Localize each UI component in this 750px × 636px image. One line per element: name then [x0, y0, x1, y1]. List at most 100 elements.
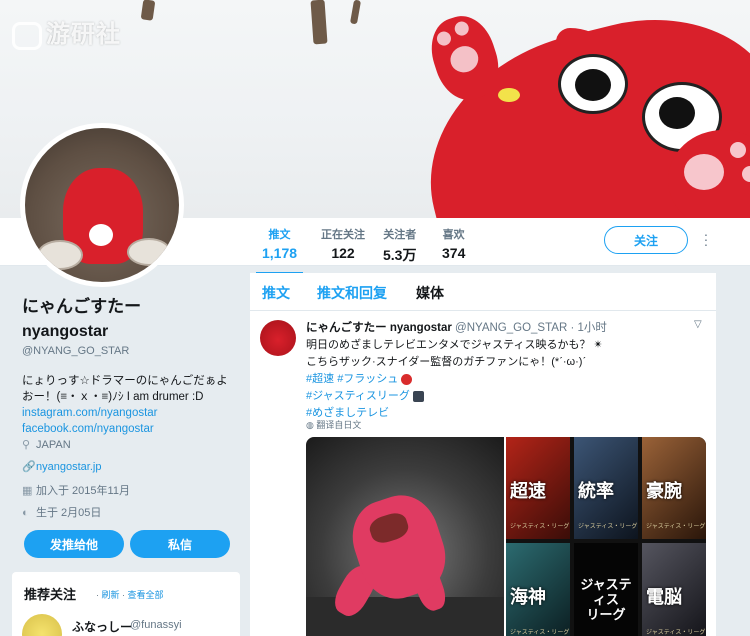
recommended-user-handle: @funassyi: [130, 619, 182, 631]
tweet-time[interactable]: · 1小时: [570, 322, 606, 334]
profile-handle: @NYANG_GO_STAR: [22, 345, 130, 357]
tweet-tags-2: #ジャスティスリーグ: [306, 388, 603, 405]
view-all-link[interactable]: 查看全部: [128, 590, 164, 600]
profile-location: ⚲ JAPAN: [22, 438, 71, 451]
flash-emoji-icon: [401, 373, 413, 385]
poster-title-text: ジャスティス リーグ: [580, 577, 632, 622]
tab-tweets-replies[interactable]: 推文和回复: [317, 283, 387, 303]
location-text: JAPAN: [36, 439, 71, 451]
stat-followers-label: 关注者: [383, 229, 417, 241]
who-to-follow-title: 推荐关注: [24, 587, 77, 602]
tweet-header: にゃんごすたー nyangostar @NYANG_GO_STAR · 1小时: [306, 319, 607, 335]
tweet-to-button[interactable]: 发推给他: [24, 530, 124, 558]
profile-name[interactable]: にゃんごすたー: [22, 292, 242, 317]
profile-avatar[interactable]: [20, 123, 184, 287]
stat-tweets[interactable]: 推文 1,178: [255, 226, 304, 275]
profile-username: nyangostar: [22, 323, 109, 340]
bio-link-facebook[interactable]: facebook.com/nyangostar: [22, 421, 242, 437]
stat-likes-value: 374: [442, 245, 466, 261]
follow-button[interactable]: 关注: [604, 226, 688, 254]
stat-followers[interactable]: 关注者 5.3万: [383, 226, 416, 265]
avatar-drum-right: [127, 238, 171, 266]
mascot-spot: [498, 88, 520, 102]
stat-tweets-label: 推文: [268, 229, 291, 241]
poster-kanji: 電脳: [646, 587, 682, 608]
bio-line-2: おー！(≡・ｘ・≡)ﾉｼ I am drumer :D: [22, 391, 204, 403]
stat-following-value: 122: [331, 245, 355, 261]
poster-caption: ジャスティス・リーグ: [578, 524, 638, 530]
tab-media[interactable]: 媒体: [416, 283, 444, 303]
recommended-user-name[interactable]: ふなっしー: [72, 618, 132, 635]
avatar-belly: [89, 224, 113, 246]
poster-title-card: ジャスティス リーグ: [574, 543, 638, 636]
balloon-icon: ◐: [22, 507, 29, 519]
stat-following-label: 正在关注: [321, 229, 365, 241]
chevron-down-icon[interactable]: ▽: [694, 319, 702, 330]
poster-caption: ジャスティス・リーグ: [510, 630, 570, 636]
branch-2: [310, 0, 328, 45]
timeline-tabs: 推文 推文和回复 媒体: [250, 273, 716, 311]
profile-card: にゃんごすたー nyangostar @NYANG_GO_STAR にょりっす☆…: [22, 292, 242, 437]
translate-text: 翻译自日文: [316, 420, 362, 430]
tweet-line-2: こちらザック·スナイダー監督のガチファンにゃ！(*ˊ·ω·)ˊ: [306, 356, 587, 368]
watermark-text: 游研社: [46, 21, 121, 48]
poster-2: 統率 ジャスティス・リーグ: [574, 437, 638, 539]
tweet-line-1: 明日のめざましテレビエンタメでジャスティス映るかも？ ✴: [306, 339, 603, 351]
separator-dot: ·: [119, 590, 128, 600]
tweet-author-name[interactable]: にゃんごすたー: [306, 322, 387, 334]
stat-likes-label: 喜欢: [442, 229, 465, 241]
poster-kanji: 豪腕: [646, 481, 682, 502]
recommended-user-avatar[interactable]: [22, 614, 62, 636]
tab-tweets[interactable]: 推文: [262, 283, 290, 303]
stat-following[interactable]: 正在关注 122: [321, 226, 365, 261]
watermark-g-icon: [12, 21, 42, 50]
profile-joined: ▦ 加入于 2015年11月: [22, 482, 130, 498]
poster-1: 超速 ジャスティス・リーグ: [506, 437, 570, 539]
avatar-drum-left: [37, 240, 83, 270]
location-pin-icon: ⚲: [22, 439, 31, 451]
tweet-photo-posters[interactable]: 超速 ジャスティス・リーグ 統率 ジャスティス・リーグ 豪腕 ジャスティス・リー…: [506, 437, 706, 636]
poster-caption: ジャスティス・リーグ: [510, 524, 570, 530]
watermark-logo: 游研社: [12, 14, 121, 50]
poster-3: 豪腕 ジャスティス・リーグ: [642, 437, 706, 539]
poster-kanji: 海神: [510, 587, 546, 608]
link-icon: 🔗: [22, 461, 36, 473]
hashtag-link[interactable]: #ジャスティスリーグ: [306, 390, 410, 402]
profile-website: 🔗nyangostar.jp: [22, 460, 101, 473]
birthday-text: 生于 2月05日: [36, 507, 102, 519]
website-link[interactable]: nyangostar.jp: [36, 461, 101, 473]
calendar-icon: ▦: [22, 485, 33, 497]
profile-birthday: ◐ 生于 2月05日: [22, 504, 101, 520]
bio-link-instagram[interactable]: instagram.com/nyangostar: [22, 405, 242, 421]
stat-followers-value: 5.3万: [383, 247, 417, 263]
poster-caption: ジャスティス・リーグ: [646, 630, 706, 636]
tweet-author-user[interactable]: nyangostar: [390, 322, 452, 334]
profile-bio: にょりっす☆ドラマーのにゃんごだぁよ おー！(≡・ｘ・≡)ﾉｼ I am dru…: [22, 373, 242, 437]
tweet-author-handle: @NYANG_GO_STAR: [455, 322, 568, 334]
message-button[interactable]: 私信: [130, 530, 230, 558]
justice-league-emoji-icon: [412, 390, 424, 402]
hashtag-link[interactable]: #超速: [306, 373, 334, 385]
translate-link[interactable]: ◍ 翻译自日文: [306, 418, 361, 431]
refresh-link[interactable]: 刷新: [102, 590, 120, 600]
globe-icon: ◍: [306, 420, 314, 430]
hashtag-link[interactable]: #フラッシュ: [337, 373, 398, 385]
stat-tweets-value: 1,178: [262, 245, 298, 261]
timeline: 推文 推文和回复 媒体 にゃんごすたー nyangostar @NYANG_GO…: [250, 273, 716, 636]
joined-text: 加入于 2015年11月: [36, 485, 130, 497]
mascot-eye-left: [558, 54, 628, 114]
poster-caption: ジャスティス・リーグ: [646, 524, 706, 530]
tweet-photo-mascot[interactable]: [306, 437, 504, 636]
tweet-text: 明日のめざましテレビエンタメでジャスティス映るかも？ ✴ こちらザック·スナイダ…: [306, 337, 603, 422]
branch-3: [349, 0, 362, 25]
bio-line-1: にょりっす☆ドラマーのにゃんごだぁよ: [22, 375, 228, 387]
stat-likes[interactable]: 喜欢 374: [442, 226, 465, 261]
who-to-follow-links: · 刷新 · 查看全部: [96, 588, 164, 601]
poster-kanji: 統率: [578, 481, 614, 502]
tweet-avatar[interactable]: [260, 320, 296, 356]
more-options-icon[interactable]: · · ·: [700, 227, 712, 251]
branch-1: [140, 0, 156, 21]
tweet-tags-1: #超速 #フラッシュ: [306, 371, 603, 388]
poster-kanji: 超速: [510, 481, 546, 502]
poster-4: 海神 ジャスティス・リーグ: [506, 543, 570, 636]
